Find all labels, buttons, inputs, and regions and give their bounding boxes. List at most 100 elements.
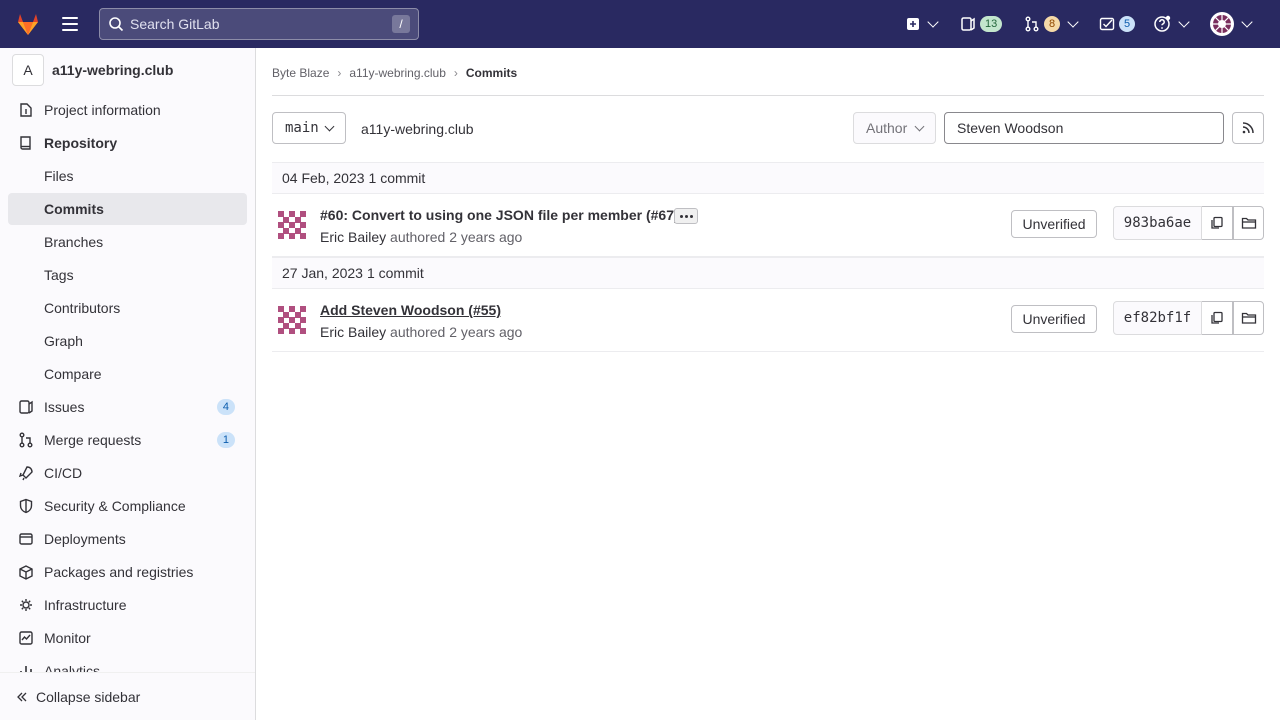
chevron-down-icon [927,16,939,28]
issues-nav-button[interactable]: 13 [960,12,1003,36]
sidebar-item-label: Project information [44,102,161,118]
sidebar-item-label: Files [44,168,74,184]
author-filter-dropdown[interactable]: Author [853,112,936,144]
sidebar-item-contributors[interactable]: Contributors [8,292,247,324]
chevron-down-icon [1241,16,1253,28]
sidebar-item-packages-registries[interactable]: Packages and registries [8,556,247,588]
todos-count-badge: 5 [1119,16,1136,32]
breadcrumb-project[interactable]: a11y-webring.club [349,66,446,80]
sidebar-item-monitor[interactable]: Monitor [8,622,247,654]
monitor-icon [19,631,33,645]
search-icon [109,17,124,32]
issues-icon [19,400,33,414]
sidebar-item-label: Issues [44,399,85,415]
sidebar-project-link[interactable]: A a11y-webring.club [12,54,173,86]
browse-files-button[interactable] [1233,206,1264,240]
commit-day-count: 1 commit [366,265,424,281]
chevron-down-icon [324,121,335,132]
hamburger-icon[interactable] [62,14,82,34]
sidebar-item-project-information[interactable]: Project information [8,94,247,126]
repository-icon [20,136,31,150]
avatar[interactable] [272,205,312,245]
issues-count-badge: 4 [216,399,235,415]
chevron-down-icon [1178,16,1190,28]
sidebar-item-security-compliance[interactable]: Security & Compliance [8,490,247,522]
collapse-sidebar-button[interactable]: Collapse sidebar [0,672,255,720]
user-menu-button[interactable] [1210,12,1253,36]
info-icon [20,103,32,117]
search-input[interactable]: Search GitLab / [99,8,419,40]
divider [272,95,1264,96]
sidebar-item-issues[interactable]: Issues 4 [8,391,247,423]
sidebar-item-commits[interactable]: Commits [8,193,247,225]
commit-meta: Eric Bailey authored 2 years ago [320,229,522,245]
signature-badge[interactable]: Unverified [1011,210,1097,238]
sidebar-item-label: Compare [44,366,102,382]
commit-meta: Eric Bailey authored 2 years ago [320,324,522,340]
chevron-down-icon [914,121,925,132]
commit-authored-time: authored 2 years ago [390,229,523,245]
toggle-commit-description-button[interactable] [674,208,698,224]
project-name: a11y-webring.club [52,62,174,78]
package-icon [19,565,33,580]
sidebar-item-deployments[interactable]: Deployments [8,523,247,555]
issues-count-badge: 13 [980,16,1003,32]
sidebar-item-label: Infrastructure [44,597,127,613]
search-shortcut-badge: / [392,15,410,33]
search-placeholder: Search GitLab [130,16,220,32]
double-chevron-left-icon [17,692,27,701]
commit-title[interactable]: Add Steven Woodson (#55) [320,302,501,318]
todos-nav-button[interactable]: 5 [1099,12,1136,36]
sidebar-item-label: Graph [44,333,83,349]
repository-path[interactable]: a11y-webring.club [361,121,474,137]
browse-files-button[interactable] [1233,301,1264,335]
branch-selector[interactable]: main [272,112,346,144]
commit-day-header: 27 Jan, 2023 1 commit [272,257,1264,289]
signature-badge[interactable]: Unverified [1011,305,1097,333]
sidebar-item-repository[interactable]: Repository [8,127,247,159]
help-dropdown-button[interactable] [1153,12,1190,36]
copy-sha-button[interactable] [1202,301,1233,335]
sidebar-item-tags[interactable]: Tags [8,259,247,291]
merge-request-icon [1025,16,1039,32]
commit-author[interactable]: Eric Bailey [320,324,386,340]
sidebar-item-branches[interactable]: Branches [8,226,247,258]
sidebar-item-graph[interactable]: Graph [8,325,247,357]
breadcrumb-group[interactable]: Byte Blaze [272,66,329,80]
commit-row: #60: Convert to using one JSON file per … [272,194,1264,257]
commit-author[interactable]: Eric Bailey [320,229,386,245]
avatar [1210,12,1234,36]
folder-icon [1241,217,1256,229]
breadcrumb-current[interactable]: Commits [466,66,517,80]
gitlab-tanuki-icon[interactable] [14,10,42,38]
plus-square-icon [907,18,919,30]
commit-day-header: 04 Feb, 2023 1 commit [272,162,1264,194]
sidebar-item-label: Commits [44,201,104,217]
commit-row: Add Steven Woodson (#55) Eric Bailey aut… [272,289,1264,352]
sidebar-item-compare[interactable]: Compare [8,358,247,390]
todo-icon [1099,17,1115,31]
sidebar-item-files[interactable]: Files [8,160,247,192]
commit-day-count: 1 commit [368,170,426,186]
sidebar-item-label: Repository [44,135,118,151]
question-icon [1154,15,1171,32]
sidebar-item-label: Merge requests [44,432,142,448]
project-avatar: A [12,54,44,86]
merge-requests-count-badge: 1 [216,432,235,448]
sidebar-item-merge-requests[interactable]: Merge requests 1 [8,424,247,456]
sidebar-item-ci-cd[interactable]: CI/CD [8,457,247,489]
shield-icon [19,498,33,514]
sidebar-item-label: Monitor [44,630,91,646]
copy-icon [1211,216,1223,229]
commit-sha[interactable]: ef82bf1f [1113,301,1202,335]
commit-search-input[interactable] [944,112,1224,144]
avatar[interactable] [272,300,312,340]
breadcrumb: Byte Blaze › a11y-webring.club › Commits [272,64,517,82]
new-dropdown-button[interactable] [906,12,939,36]
commit-title[interactable]: #60: Convert to using one JSON file per … [320,207,679,223]
rss-feed-button[interactable] [1232,112,1264,144]
merge-requests-nav-button[interactable]: 8 [1024,12,1079,36]
copy-sha-button[interactable] [1202,206,1233,240]
sidebar-item-infrastructure[interactable]: Infrastructure [8,589,247,621]
commit-sha[interactable]: 983ba6ae [1113,206,1202,240]
